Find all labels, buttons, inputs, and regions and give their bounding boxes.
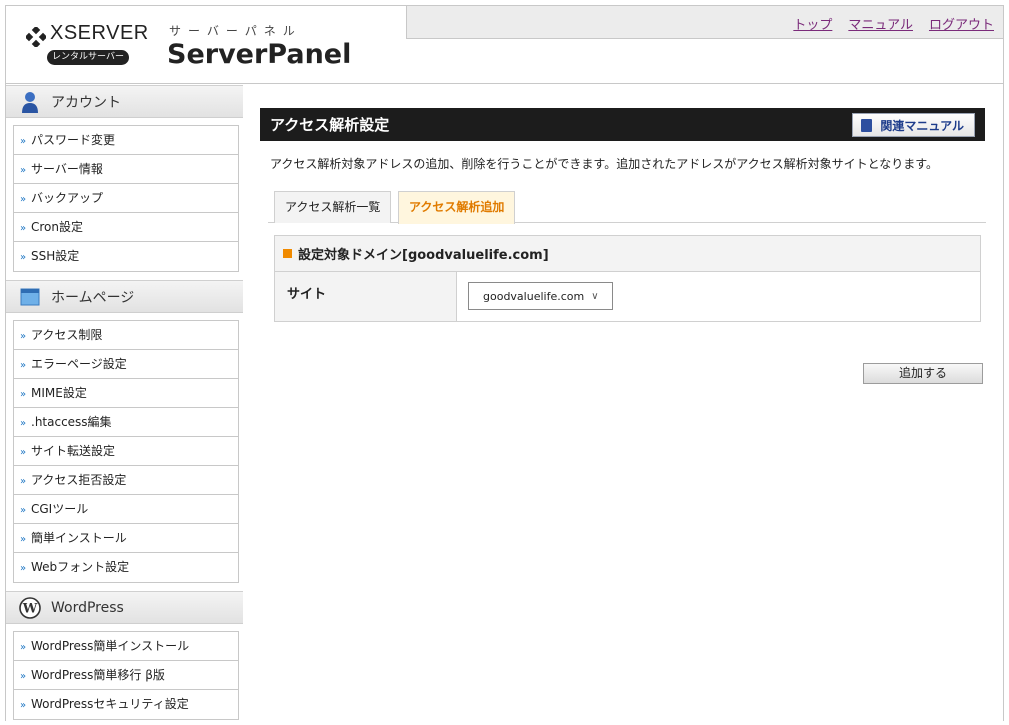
sidebar-item-password[interactable]: » パスワード変更: [14, 126, 238, 155]
panel-title: ServerPanel: [167, 39, 352, 70]
settings-form: 設定対象ドメイン[goodvaluelife.com] サイト goodvalu…: [274, 235, 981, 322]
form-row-site: サイト goodvaluelife.com ∨: [275, 272, 980, 321]
tab-access-add[interactable]: アクセス解析追加: [398, 191, 516, 224]
main-content: アクセス解析設定 関連マニュアル アクセス解析対象アドレスの追加、削除を行うこと…: [260, 108, 986, 384]
arrow-right-icon: »: [20, 360, 27, 371]
arrow-right-icon: »: [20, 223, 27, 234]
form-header: 設定対象ドメイン[goodvaluelife.com]: [275, 236, 980, 272]
tab-access-list[interactable]: アクセス解析一覧: [274, 191, 392, 223]
sidebar-item-mime[interactable]: » MIME設定: [14, 379, 238, 408]
wordpress-icon: W: [19, 596, 41, 619]
arrow-right-icon: »: [20, 252, 27, 263]
sidebar-list-account: » パスワード変更 » サーバー情報 » バックアップ » Cron設定 » SSH設定: [13, 125, 239, 272]
site-value-cell: goodvaluelife.com ∨: [457, 272, 980, 321]
add-button[interactable]: 追加する: [863, 363, 983, 384]
sidebar-item-label: アクセス拒否設定: [31, 473, 127, 487]
sidebar: アカウント » パスワード変更 » サーバー情報 » バックアップ » Cron設定 »…: [6, 85, 243, 725]
sidebar-item-web-font[interactable]: » Webフォント設定: [14, 553, 238, 582]
sidebar-item-access-restriction[interactable]: » アクセス制限: [14, 321, 238, 350]
arrow-right-icon: »: [20, 476, 27, 487]
sidebar-item-label: Webフォント設定: [31, 560, 130, 574]
sidebar-item-server-info[interactable]: » サーバー情報: [14, 155, 238, 184]
related-manual-button[interactable]: 関連マニュアル: [852, 113, 975, 137]
triangle-bullet-icon: [283, 249, 292, 258]
sidebar-item-label: WordPress簡単移行 β版: [31, 668, 165, 682]
homepage-icon: [20, 288, 40, 305]
sidebar-item-label: WordPressセキュリティ設定: [31, 697, 189, 711]
sidebar-section-account: アカウント: [6, 85, 243, 118]
server-panel-window: XSERVER レンタルサーバー サーバーパネル ServerPanel トップ…: [5, 5, 1004, 721]
sidebar-item-ssh[interactable]: » SSH設定: [14, 242, 238, 271]
arrow-right-icon: »: [20, 534, 27, 545]
sidebar-item-wp-security[interactable]: » WordPressセキュリティ設定: [14, 690, 238, 719]
arrow-right-icon: »: [20, 505, 27, 516]
arrow-right-icon: »: [20, 331, 27, 342]
sidebar-section-title: ホームページ: [51, 289, 135, 306]
tab-bar: アクセス解析一覧 アクセス解析追加: [268, 191, 986, 224]
arrow-right-icon: »: [20, 165, 27, 176]
sidebar-item-site-redirect[interactable]: » サイト転送設定: [14, 437, 238, 466]
sidebar-item-backup[interactable]: » バックアップ: [14, 184, 238, 213]
sidebar-list-homepage: » アクセス制限 » エラーページ設定 » MIME設定 » .htaccess編集 »…: [13, 320, 239, 583]
target-domain-label: 設定対象ドメイン[goodvaluelife.com]: [298, 248, 549, 263]
svg-text:W: W: [22, 601, 38, 616]
user-icon: [22, 91, 38, 113]
panel-kana: サーバーパネル: [169, 24, 302, 38]
sidebar-item-label: サイト転送設定: [31, 444, 116, 458]
sidebar-item-cron[interactable]: » Cron設定: [14, 213, 238, 242]
arrow-right-icon: »: [20, 671, 27, 682]
arrow-right-icon: »: [20, 642, 27, 653]
header-bar: トップ マニュアル ログアウト: [406, 6, 1003, 39]
sidebar-item-label: バックアップ: [31, 191, 104, 205]
sidebar-item-wp-migrate[interactable]: » WordPress簡単移行 β版: [14, 661, 238, 690]
manual-link[interactable]: マニュアル: [848, 14, 913, 33]
site-label: サイト: [275, 272, 457, 321]
arrow-right-icon: »: [20, 563, 27, 574]
sidebar-item-label: WordPress簡単インストール: [31, 639, 190, 653]
sidebar-item-label: Cron設定: [31, 220, 83, 234]
sidebar-item-label: 簡単インストール: [31, 531, 127, 545]
sidebar-item-label: SSH設定: [31, 249, 80, 263]
sidebar-item-label: エラーページ設定: [31, 357, 127, 371]
sidebar-item-label: CGIツール: [31, 502, 89, 516]
arrow-right-icon: »: [20, 389, 27, 400]
arrow-right-icon: »: [20, 418, 27, 429]
sidebar-item-label: パスワード変更: [31, 133, 116, 147]
sidebar-item-error-page[interactable]: » エラーページ設定: [14, 350, 238, 379]
xserver-logo-icon: [26, 27, 46, 47]
site-select[interactable]: goodvaluelife.com ∨: [468, 282, 613, 310]
sidebar-item-cgi[interactable]: » CGIツール: [14, 495, 238, 524]
header: XSERVER レンタルサーバー サーバーパネル ServerPanel トップ…: [6, 6, 1003, 84]
top-link[interactable]: トップ: [793, 14, 832, 33]
sidebar-item-label: サーバー情報: [31, 162, 103, 176]
sidebar-item-label: MIME設定: [31, 386, 87, 400]
arrow-right-icon: »: [20, 700, 27, 711]
page-title: アクセス解析設定: [270, 116, 390, 134]
arrow-right-icon: »: [20, 194, 27, 205]
header-links: トップ マニュアル ログアウト: [793, 14, 994, 33]
sidebar-item-label: .htaccess編集: [31, 415, 112, 429]
arrow-right-icon: »: [20, 136, 27, 147]
page-title-bar: アクセス解析設定 関連マニュアル: [260, 108, 985, 141]
sidebar-section-title: WordPress: [51, 599, 124, 616]
logo-subtitle: レンタルサーバー: [47, 50, 129, 65]
logo-area[interactable]: XSERVER レンタルサーバー サーバーパネル ServerPanel: [6, 6, 406, 83]
sidebar-section-homepage: ホームページ: [6, 280, 243, 313]
sidebar-item-label: アクセス制限: [31, 328, 103, 342]
sidebar-item-access-deny[interactable]: » アクセス拒否設定: [14, 466, 238, 495]
logout-link[interactable]: ログアウト: [929, 14, 994, 33]
sidebar-item-htaccess[interactable]: » .htaccess編集: [14, 408, 238, 437]
sidebar-item-wp-install[interactable]: » WordPress簡単インストール: [14, 632, 238, 661]
arrow-right-icon: »: [20, 447, 27, 458]
page-description: アクセス解析対象アドレスの追加、削除を行うことができます。追加されたアドレスがア…: [270, 157, 939, 171]
sidebar-section-wordpress: W WordPress: [6, 591, 243, 624]
logo-text: XSERVER: [50, 22, 149, 44]
chevron-down-icon: ∨: [591, 290, 599, 302]
site-select-value: goodvaluelife.com: [483, 289, 585, 303]
sidebar-list-wordpress: » WordPress簡単インストール » WordPress簡単移行 β版 » Wo…: [13, 631, 239, 720]
book-icon: [861, 118, 873, 132]
sidebar-section-title: アカウント: [51, 94, 121, 111]
sidebar-item-easy-install[interactable]: » 簡単インストール: [14, 524, 238, 553]
related-manual-label: 関連マニュアル: [880, 118, 964, 133]
